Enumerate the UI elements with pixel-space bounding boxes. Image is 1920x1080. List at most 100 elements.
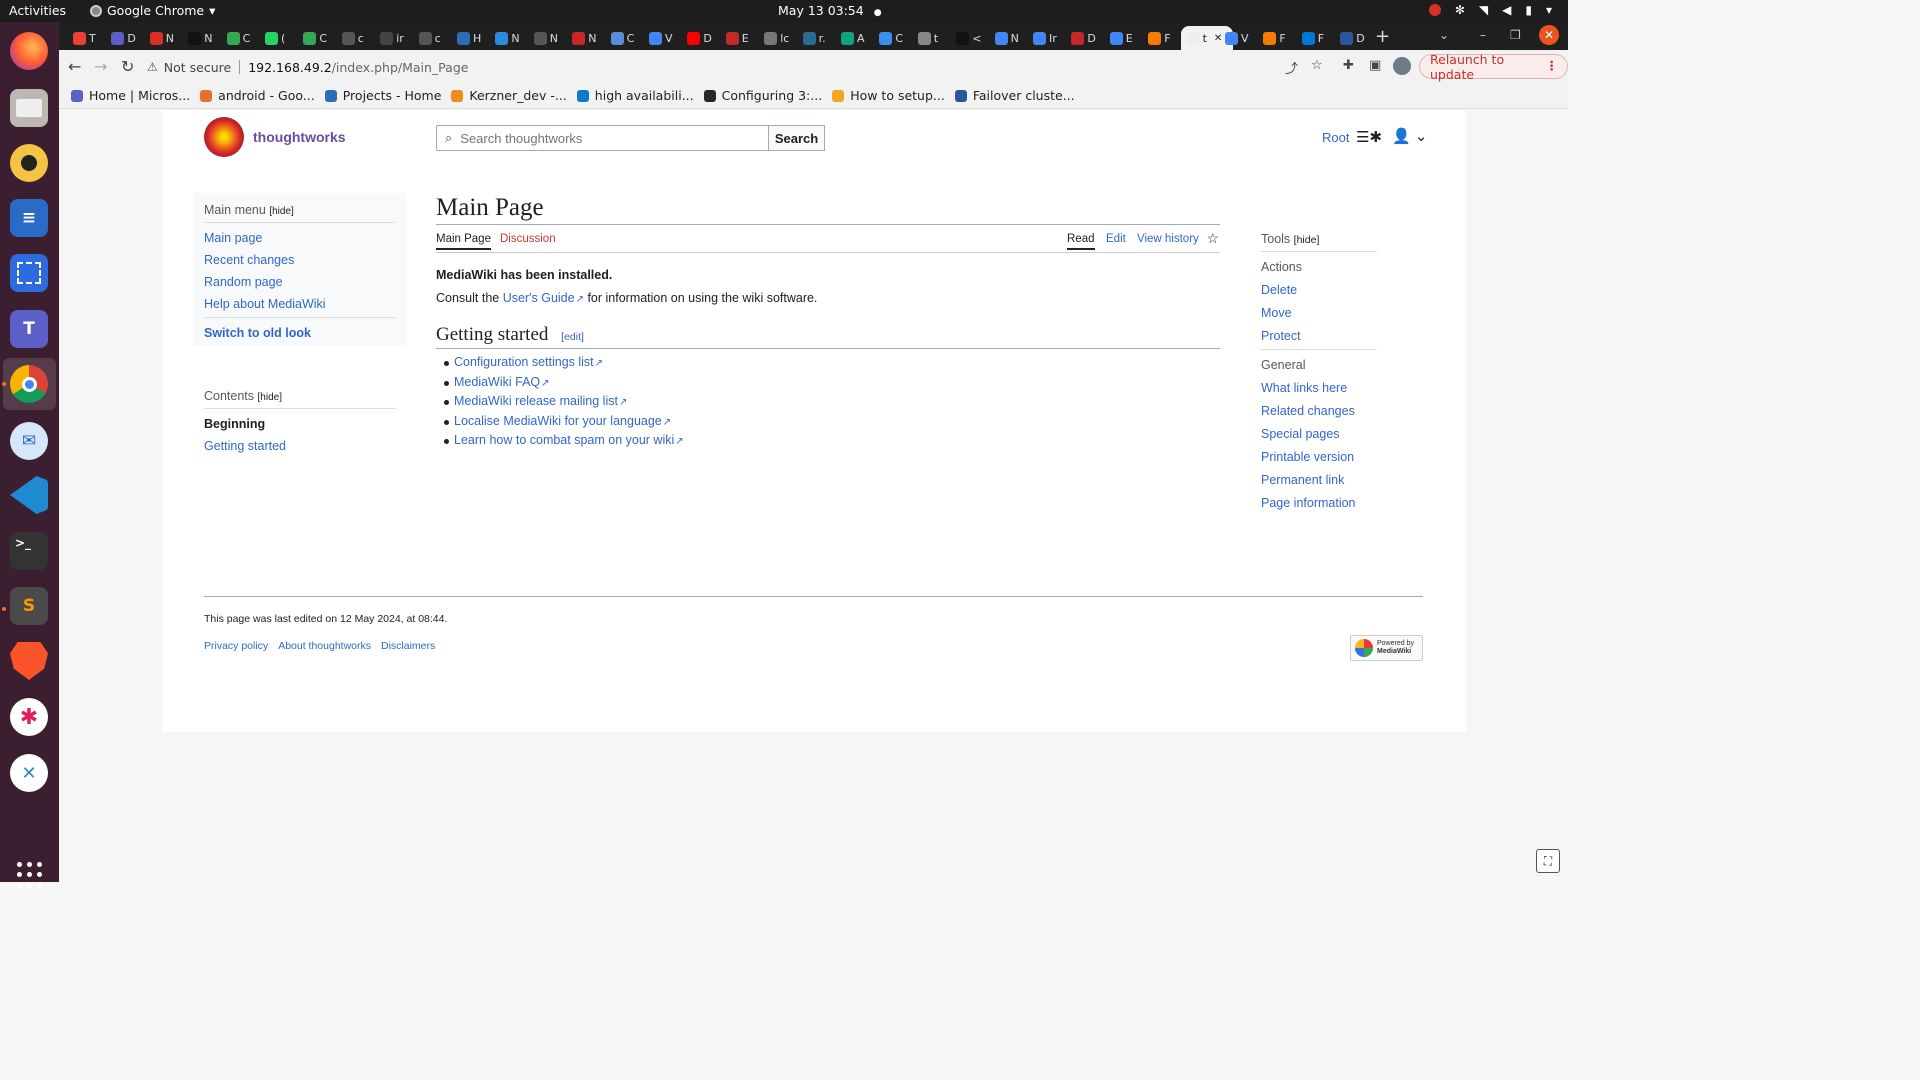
toc-item-beginning[interactable]: Beginning: [204, 417, 396, 431]
warning-icon[interactable]: ⚠: [147, 60, 158, 74]
browser-tab[interactable]: F: [1257, 26, 1293, 50]
files-icon[interactable]: [10, 89, 48, 127]
chrome-tray-icon[interactable]: [1428, 4, 1441, 16]
browser-tab[interactable]: <: [950, 26, 986, 50]
bookmark-item[interactable]: Home | Micros...: [71, 88, 190, 103]
user-menu-icon[interactable]: 👤 ⌄: [1392, 127, 1427, 145]
tool-permanent-link[interactable]: Permanent link: [1261, 473, 1377, 487]
menu-item-recent-changes[interactable]: Recent changes: [204, 253, 395, 267]
mailing-list-link[interactable]: MediaWiki release mailing list: [454, 394, 618, 408]
rhythmbox-icon[interactable]: [10, 144, 48, 182]
chrome-icon[interactable]: [10, 365, 48, 403]
forward-icon[interactable]: →: [94, 57, 107, 76]
localise-link[interactable]: Localise MediaWiki for your language: [454, 414, 662, 428]
combat-spam-link[interactable]: Learn how to combat spam on your wiki: [454, 433, 674, 447]
browser-tab[interactable]: t: [912, 26, 948, 50]
browser-tab[interactable]: lc: [758, 26, 794, 50]
browser-tab[interactable]: V: [643, 26, 679, 50]
terminal-icon[interactable]: >_: [10, 532, 48, 570]
faq-link[interactable]: MediaWiki FAQ: [454, 375, 540, 389]
browser-tab[interactable]: H: [451, 26, 487, 50]
browser-tab[interactable]: N: [144, 26, 180, 50]
close-window-icon[interactable]: ✕: [1539, 25, 1559, 45]
menu-item-random-page[interactable]: Random page: [204, 275, 395, 289]
tab-search-icon[interactable]: ⌄: [1439, 28, 1449, 42]
site-name[interactable]: thoughtworks: [253, 129, 346, 145]
bookmark-item[interactable]: Projects - Home: [324, 88, 441, 103]
clock[interactable]: May 13 03:54 ●: [778, 3, 882, 18]
main-menu-hide-button[interactable]: [hide]: [269, 206, 293, 217]
bookmark-item[interactable]: Failover cluste...: [954, 88, 1075, 103]
browser-tab[interactable]: (: [259, 26, 295, 50]
toc-item-getting-started[interactable]: Getting started: [204, 439, 396, 453]
remmina-icon[interactable]: ✕: [10, 754, 48, 792]
browser-tab[interactable]: N: [489, 26, 525, 50]
extensions-icon[interactable]: ✚: [1343, 58, 1354, 73]
tools-hide-button[interactable]: [hide]: [1294, 234, 1320, 246]
disclaimers-link[interactable]: Disclaimers: [381, 640, 435, 652]
app-menu[interactable]: Google Chrome ▾: [90, 3, 215, 18]
tool-related-changes[interactable]: Related changes: [1261, 404, 1377, 418]
toc-hide-button[interactable]: [hide]: [258, 392, 282, 403]
browser-tab[interactable]: C: [221, 26, 257, 50]
watchlist-icon[interactable]: ☰✱: [1356, 128, 1382, 146]
browser-tab[interactable]: F: [1296, 26, 1332, 50]
side-panel-icon[interactable]: ▣: [1369, 58, 1381, 73]
browser-tab[interactable]: E: [1104, 26, 1140, 50]
bookmark-item[interactable]: Configuring 3:...: [703, 88, 822, 103]
browser-tab[interactable]: D: [105, 26, 141, 50]
mail-icon[interactable]: ✉: [10, 422, 48, 460]
tab-main-page[interactable]: Main Page: [436, 233, 491, 250]
show-apps-icon[interactable]: [17, 862, 43, 888]
tab-read[interactable]: Read: [1067, 233, 1095, 250]
users-guide-link[interactable]: User's Guide: [503, 291, 575, 305]
browser-tab[interactable]: C: [297, 26, 333, 50]
new-tab-icon[interactable]: +: [1375, 26, 1390, 47]
user-page-link[interactable]: Root: [1322, 130, 1349, 145]
browser-tab[interactable]: ir: [374, 26, 410, 50]
teams-icon[interactable]: T: [10, 310, 48, 348]
about-link[interactable]: About thoughtworks: [278, 640, 371, 652]
tool-page-information[interactable]: Page information: [1261, 496, 1377, 510]
tool-move[interactable]: Move: [1261, 306, 1377, 320]
section-edit-link[interactable]: edit: [564, 331, 581, 343]
tool-delete[interactable]: Delete: [1261, 283, 1377, 297]
config-settings-link[interactable]: Configuration settings list: [454, 355, 594, 369]
browser-tab[interactable]: c: [413, 26, 449, 50]
relaunch-button[interactable]: Relaunch to update ⋮: [1419, 52, 1568, 82]
browser-tab[interactable]: N: [528, 26, 564, 50]
tool-special-pages[interactable]: Special pages: [1261, 427, 1377, 441]
share-icon[interactable]: ⤴: [1285, 58, 1298, 77]
browser-tab[interactable]: D: [1334, 26, 1370, 50]
more-menu-icon[interactable]: ⋮: [1546, 58, 1559, 73]
back-icon[interactable]: ←: [68, 57, 81, 76]
menu-item-help[interactable]: Help about MediaWiki: [204, 297, 395, 311]
firefox-icon[interactable]: [10, 32, 48, 70]
tab-discussion[interactable]: Discussion: [500, 233, 556, 245]
browser-tab[interactable]: D: [1065, 26, 1101, 50]
bookmark-item[interactable]: How to setup...: [832, 88, 945, 103]
activities-button[interactable]: Activities: [9, 3, 66, 18]
address-bar[interactable]: ⚠ Not secure 192.168.49.2 /index.php/Mai…: [147, 54, 1339, 80]
browser-tab[interactable]: E: [720, 26, 756, 50]
tab-view-history[interactable]: View history: [1137, 233, 1199, 245]
browser-tab[interactable]: N: [566, 26, 602, 50]
powered-by-mediawiki-badge[interactable]: Powered by MediaWiki: [1350, 635, 1423, 661]
browser-tab[interactable]: T: [67, 26, 103, 50]
reload-icon[interactable]: ↻: [121, 57, 134, 76]
browser-tab[interactable]: C: [605, 26, 641, 50]
bookmark-item[interactable]: Kerzner_dev -...: [451, 88, 567, 103]
tab-edit[interactable]: Edit: [1106, 233, 1126, 245]
bookmark-star-icon[interactable]: ☆: [1311, 58, 1323, 73]
vscode-icon[interactable]: [10, 476, 48, 514]
search-button[interactable]: Search: [768, 125, 825, 151]
site-logo[interactable]: [204, 117, 244, 157]
browser-tab[interactable]: D: [681, 26, 717, 50]
system-tray[interactable]: ✻ ◥ ◀ ▮ ▾: [1428, 3, 1552, 17]
browser-tab[interactable]: F: [1142, 26, 1178, 50]
sublime-icon[interactable]: S: [10, 587, 48, 625]
browser-tab[interactable]: A: [835, 26, 871, 50]
slack-icon[interactable]: ✱: [10, 698, 48, 736]
search-input[interactable]: [460, 130, 741, 146]
restore-icon[interactable]: ❐: [1510, 28, 1521, 42]
